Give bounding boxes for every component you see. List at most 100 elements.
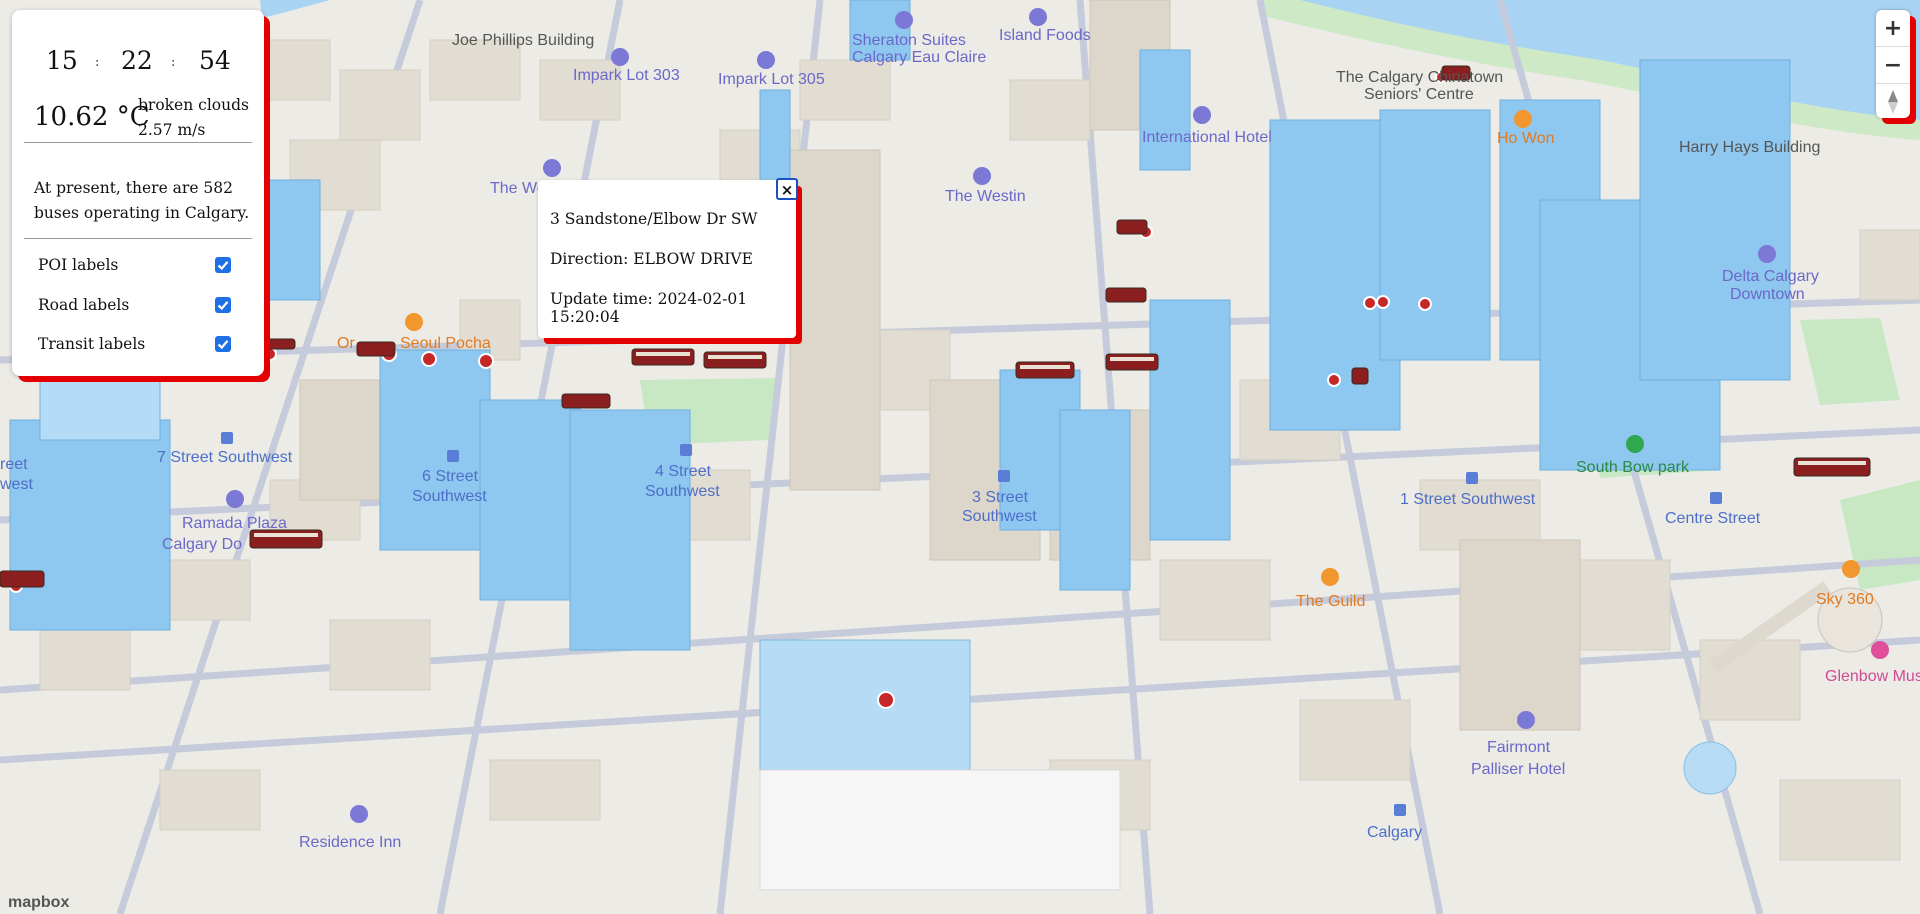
bus-stop-dot xyxy=(478,353,494,369)
popup-update-time: Update time: 2024-02-01 15:20:04 xyxy=(550,290,748,326)
bus xyxy=(1116,219,1148,235)
hotel-icon xyxy=(973,167,991,185)
mapbox-logo[interactable]: mapbox xyxy=(8,894,69,912)
map-label: Sheraton Suites xyxy=(852,32,966,49)
bus-stop-dot xyxy=(421,351,437,367)
map-label: Impark Lot 305 xyxy=(718,71,825,88)
map-label: 3 Street xyxy=(972,489,1029,506)
clock: 15 : 22 : 54 xyxy=(12,46,264,80)
map-label: Southwest xyxy=(962,508,1037,525)
map-label: Harry Hays Building xyxy=(1679,139,1820,156)
map-label: Ramada Plaza xyxy=(182,515,287,532)
bus xyxy=(631,348,695,366)
map-label: The Calgary Chinatown xyxy=(1336,69,1503,86)
bus xyxy=(561,393,611,409)
hotel-icon xyxy=(543,159,561,177)
poi-labels-label: POI labels xyxy=(38,256,119,274)
zoom-in-button[interactable]: + xyxy=(1876,10,1910,47)
bus xyxy=(703,351,767,369)
check-icon xyxy=(217,301,229,311)
transit-icon xyxy=(447,450,459,462)
popup-direction: Direction: ELBOW DRIVE xyxy=(550,250,753,268)
museum-icon xyxy=(1871,641,1889,659)
bus-stop-popup: × 3 Sandstone/Elbow Dr SW Direction: ELB… xyxy=(538,178,798,338)
station-building xyxy=(759,769,1121,891)
map-label: The Westin xyxy=(945,188,1026,205)
clock-minutes: 22 xyxy=(121,46,153,75)
transit-labels-checkbox[interactable] xyxy=(215,336,231,352)
map-label: Joe Phillips Building xyxy=(452,32,594,49)
transit-icon xyxy=(998,470,1010,482)
transit-icon xyxy=(1466,472,1478,484)
check-icon xyxy=(217,261,229,271)
poi-labels-checkbox[interactable] xyxy=(215,257,231,273)
bus xyxy=(356,341,396,357)
compass-icon xyxy=(1888,90,1898,114)
clock-seconds: 54 xyxy=(199,46,231,75)
bus-stop-dot xyxy=(1376,295,1390,309)
zoom-out-button[interactable]: − xyxy=(1876,47,1910,84)
bus xyxy=(0,570,45,588)
map-label: International Hotel xyxy=(1142,129,1272,146)
hotel-icon xyxy=(1758,245,1776,263)
map-label: Island Foods xyxy=(999,27,1091,44)
restaurant-icon xyxy=(1321,568,1339,586)
restaurant-icon xyxy=(1514,110,1532,128)
hotel-icon xyxy=(1517,711,1535,729)
map-label: Centre Street xyxy=(1665,510,1761,527)
calgary-tower-base xyxy=(1683,741,1737,795)
map-label: Glenbow Muse xyxy=(1825,668,1920,685)
transit-icon xyxy=(1394,804,1406,816)
map-label: The Guild xyxy=(1296,593,1365,610)
map-label: Downtown xyxy=(1730,286,1805,303)
map-label: 4 Street xyxy=(655,463,712,480)
map-label: 6 Street xyxy=(422,468,479,485)
bus xyxy=(249,529,323,549)
map-label: Palliser Hotel xyxy=(1471,761,1565,778)
road-labels-checkbox[interactable] xyxy=(215,297,231,313)
transit-labels-label: Transit labels xyxy=(38,335,146,353)
bus xyxy=(1105,287,1147,303)
hotel-icon xyxy=(350,805,368,823)
map-label: Ho Won xyxy=(1497,130,1555,147)
wind-speed: 2.57 m/s xyxy=(138,121,206,139)
clock-hours: 15 xyxy=(46,46,78,75)
compass-button[interactable] xyxy=(1876,84,1910,118)
shop-icon xyxy=(1029,8,1047,26)
transit-icon xyxy=(680,444,692,456)
bus xyxy=(1105,353,1159,371)
map-label: Fairmont xyxy=(1487,739,1551,756)
clock-separator: : xyxy=(95,55,100,70)
map-label: 7 Street Southwest xyxy=(157,449,293,466)
parking-icon xyxy=(757,51,775,69)
transit-icon xyxy=(221,432,233,444)
bus xyxy=(1793,457,1871,477)
close-icon[interactable]: × xyxy=(776,178,798,200)
restaurant-icon xyxy=(1842,560,1860,578)
bus-stop-dot xyxy=(1418,297,1432,311)
bus xyxy=(266,338,296,350)
bus-stop-dot xyxy=(1327,373,1341,387)
temperature: 10.62 °C xyxy=(34,102,150,132)
map-label: Delta Calgary xyxy=(1722,268,1819,285)
map-label: 1 Street Southwest xyxy=(1400,491,1536,508)
divider xyxy=(24,142,252,143)
map-label: Seniors' Centre xyxy=(1364,86,1474,103)
map-label: Calgary xyxy=(1367,824,1422,841)
city-map[interactable]: Joe Phillips Building Impark Lot 303 Imp… xyxy=(0,0,1920,914)
podium-building xyxy=(759,639,971,771)
map-label: reet xyxy=(0,456,28,473)
hotel-icon xyxy=(895,11,913,29)
park-icon xyxy=(1626,435,1644,453)
bus-count-summary: At present, there are 582 buses operatin… xyxy=(34,179,250,222)
map-label: Or xyxy=(337,335,355,352)
bus xyxy=(1351,367,1369,385)
road-labels-label: Road labels xyxy=(38,296,130,314)
popup-stop-name: 3 Sandstone/Elbow Dr SW xyxy=(550,210,758,228)
bus xyxy=(1015,361,1075,379)
zoom-controls: + − xyxy=(1876,10,1910,118)
map-label: west xyxy=(0,476,33,493)
weather-condition: broken clouds xyxy=(138,96,249,114)
info-panel: 15 : 22 : 54 10.62 °C broken clouds 2.57… xyxy=(12,10,264,376)
hotel-icon xyxy=(226,490,244,508)
